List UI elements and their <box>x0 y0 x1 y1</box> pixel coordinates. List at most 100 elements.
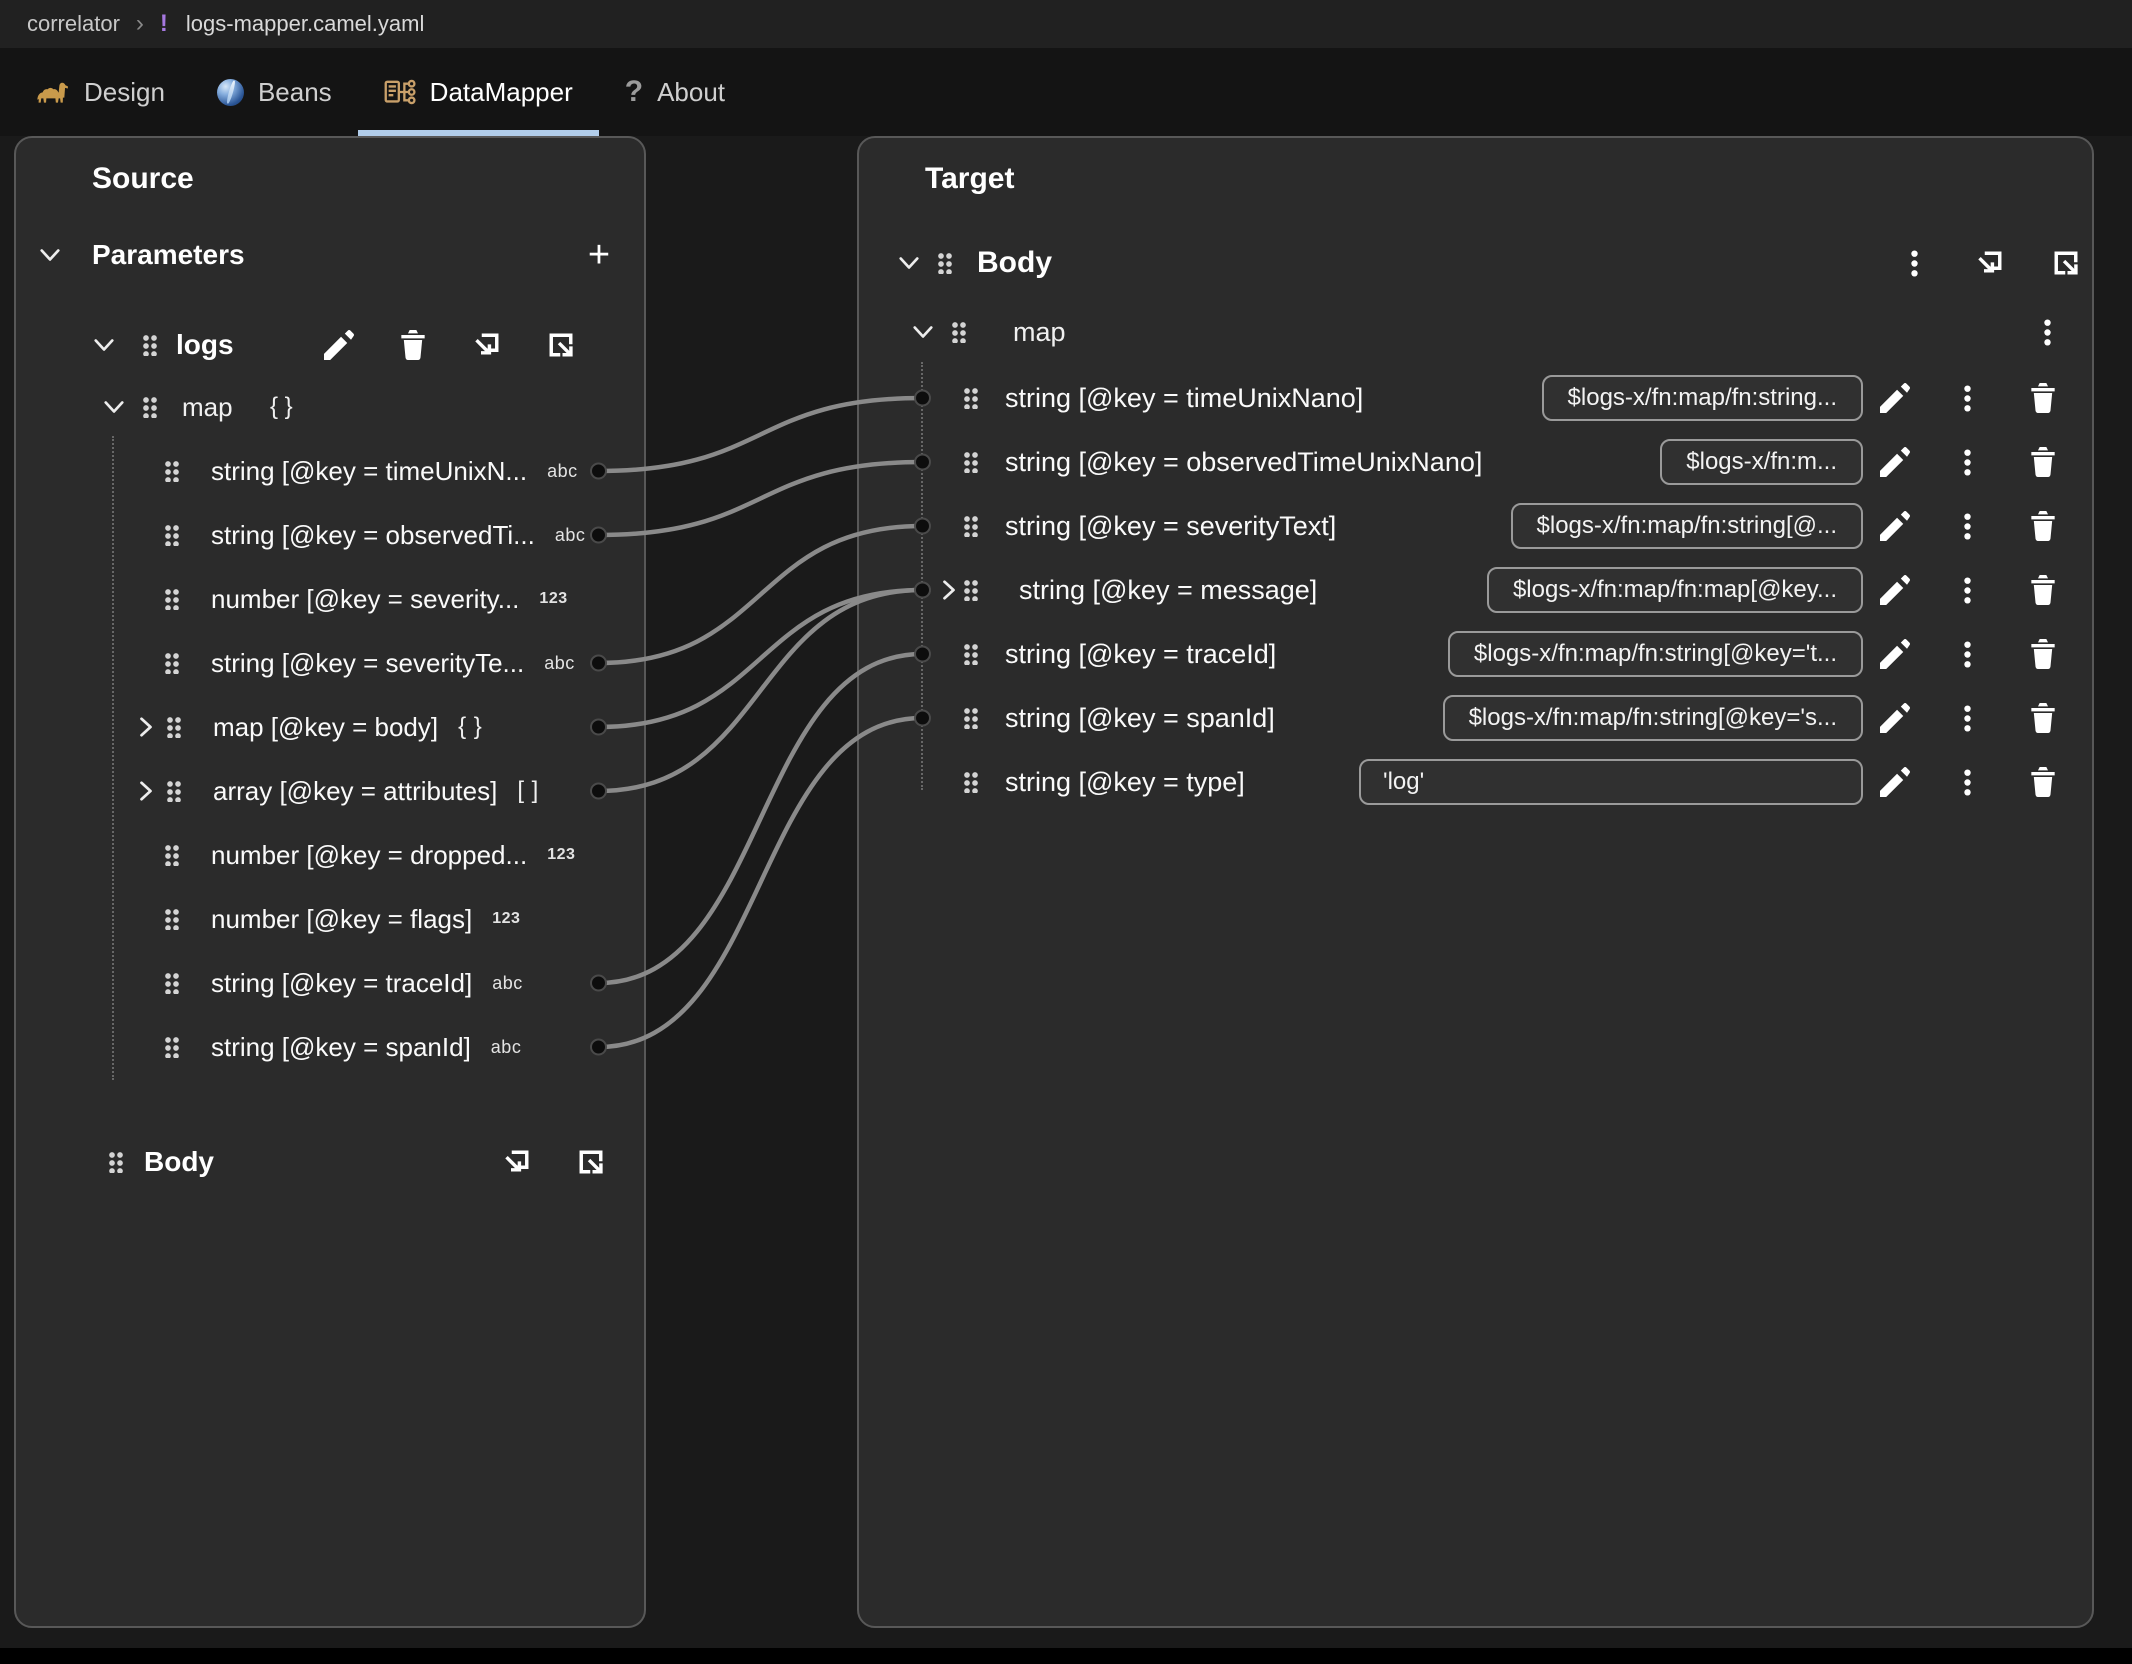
drag-handle-icon[interactable] <box>963 771 978 793</box>
edit-expression-button[interactable] <box>1874 697 1916 739</box>
source-body-row[interactable]: Body <box>16 1133 644 1191</box>
drag-handle-icon[interactable] <box>142 396 157 418</box>
tab-about[interactable]: ? About <box>599 48 751 136</box>
edit-expression-button[interactable] <box>1874 441 1916 483</box>
tab-beans[interactable]: Beans <box>191 48 358 136</box>
delete-mapping-button[interactable] <box>2022 697 2064 739</box>
breadcrumb-project[interactable]: correlator <box>27 11 120 37</box>
source-field-severityNumber[interactable]: number [@key = severity...123 <box>16 567 644 631</box>
chevron-down-icon[interactable] <box>897 251 921 275</box>
source-field-body[interactable]: map [@key = body]{ } <box>16 695 644 759</box>
edit-expression-button[interactable] <box>1874 569 1916 611</box>
delete-mapping-button[interactable] <box>2022 761 2064 803</box>
drag-handle-icon[interactable] <box>164 972 179 994</box>
drag-handle-icon[interactable] <box>963 515 978 537</box>
target-field-message[interactable]: string [@key = message]$logs-x/fn:map/fn… <box>859 558 2092 622</box>
drag-handle-icon[interactable] <box>164 524 179 546</box>
target-map-row[interactable]: map <box>859 303 2092 361</box>
chevron-down-icon[interactable] <box>102 395 126 419</box>
source-port[interactable] <box>591 720 606 735</box>
source-field-traceId[interactable]: string [@key = traceId]abc <box>16 951 644 1015</box>
source-field-dropped[interactable]: number [@key = dropped...123 <box>16 823 644 887</box>
drag-handle-icon[interactable] <box>937 252 952 274</box>
add-parameter-button[interactable]: + <box>578 234 620 276</box>
drag-handle-icon[interactable] <box>142 334 157 356</box>
attach-document-button[interactable] <box>466 324 508 366</box>
drag-handle-icon[interactable] <box>164 1036 179 1058</box>
tab-datamapper[interactable]: DataMapper <box>358 48 599 136</box>
chevron-right-icon[interactable] <box>134 779 158 803</box>
expression-input[interactable]: $logs-x/fn:map/fn:string... <box>1542 375 1863 421</box>
chevron-down-icon[interactable] <box>92 333 116 357</box>
detach-document-button[interactable] <box>2045 242 2087 284</box>
drag-handle-icon[interactable] <box>951 321 966 343</box>
map-menu-button[interactable] <box>2026 311 2068 353</box>
chevron-down-icon[interactable] <box>911 320 935 344</box>
delete-mapping-button[interactable] <box>2022 505 2064 547</box>
target-field-timeUnixNano[interactable]: string [@key = timeUnixNano]$logs-x/fn:m… <box>859 366 2092 430</box>
edit-expression-button[interactable] <box>1874 633 1916 675</box>
drag-handle-icon[interactable] <box>164 588 179 610</box>
field-menu-button[interactable] <box>1946 697 1988 739</box>
source-field-observedTimeUnixNano[interactable]: string [@key = observedTi...abc <box>16 503 644 567</box>
source-field-severityText[interactable]: string [@key = severityTe...abc <box>16 631 644 695</box>
detach-document-button[interactable] <box>540 324 582 366</box>
chevron-right-icon[interactable] <box>134 715 158 739</box>
attach-document-button[interactable] <box>1969 242 2011 284</box>
source-port[interactable] <box>591 1040 606 1055</box>
expression-input[interactable]: 'log' <box>1359 759 1863 805</box>
expression-input[interactable]: $logs-x/fn:map/fn:string[@key='s... <box>1443 695 1863 741</box>
source-port[interactable] <box>591 656 606 671</box>
drag-handle-icon[interactable] <box>164 652 179 674</box>
edit-expression-button[interactable] <box>1874 761 1916 803</box>
source-port[interactable] <box>591 976 606 991</box>
drag-handle-icon[interactable] <box>166 780 181 802</box>
source-port[interactable] <box>591 784 606 799</box>
source-map-row[interactable]: map { } <box>16 378 644 436</box>
expression-input[interactable]: $logs-x/fn:m... <box>1660 439 1863 485</box>
edit-expression-button[interactable] <box>1874 377 1916 419</box>
target-field-spanId[interactable]: string [@key = spanId]$logs-x/fn:map/fn:… <box>859 686 2092 750</box>
drag-handle-icon[interactable] <box>963 707 978 729</box>
source-field-timeUnixNano[interactable]: string [@key = timeUnixN...abc <box>16 439 644 503</box>
field-menu-button[interactable] <box>1946 761 1988 803</box>
drag-handle-icon[interactable] <box>963 579 978 601</box>
drag-handle-icon[interactable] <box>963 643 978 665</box>
body-menu-button[interactable] <box>1893 242 1935 284</box>
delete-mapping-button[interactable] <box>2022 377 2064 419</box>
source-field-spanId[interactable]: string [@key = spanId]abc <box>16 1015 644 1079</box>
target-field-traceId[interactable]: string [@key = traceId]$logs-x/fn:map/fn… <box>859 622 2092 686</box>
tab-design[interactable]: Design <box>10 48 191 136</box>
drag-handle-icon[interactable] <box>108 1151 123 1173</box>
source-field-attributes[interactable]: array [@key = attributes][ ] <box>16 759 644 823</box>
delete-mapping-button[interactable] <box>2022 633 2064 675</box>
field-menu-button[interactable] <box>1946 377 1988 419</box>
source-port[interactable] <box>591 528 606 543</box>
parameter-logs-row[interactable]: logs <box>16 316 644 374</box>
field-menu-button[interactable] <box>1946 505 1988 547</box>
expression-input[interactable]: $logs-x/fn:map/fn:string[@key='t... <box>1448 631 1863 677</box>
target-field-type[interactable]: string [@key = type]'log' <box>859 750 2092 814</box>
chevron-right-icon[interactable] <box>937 578 961 602</box>
expression-input[interactable]: $logs-x/fn:map/fn:map[@key... <box>1487 567 1863 613</box>
detach-document-button[interactable] <box>570 1141 612 1183</box>
drag-handle-icon[interactable] <box>164 908 179 930</box>
attach-document-button[interactable] <box>496 1141 538 1183</box>
delete-parameter-button[interactable] <box>392 324 434 366</box>
target-field-observedTimeUnixNano[interactable]: string [@key = observedTimeUnixNano]$log… <box>859 430 2092 494</box>
target-field-severityText[interactable]: string [@key = severityText]$logs-x/fn:m… <box>859 494 2092 558</box>
source-port[interactable] <box>591 464 606 479</box>
drag-handle-icon[interactable] <box>963 451 978 473</box>
drag-handle-icon[interactable] <box>963 387 978 409</box>
field-menu-button[interactable] <box>1946 633 1988 675</box>
field-menu-button[interactable] <box>1946 441 1988 483</box>
drag-handle-icon[interactable] <box>166 716 181 738</box>
delete-mapping-button[interactable] <box>2022 569 2064 611</box>
source-field-flags[interactable]: number [@key = flags]123 <box>16 887 644 951</box>
drag-handle-icon[interactable] <box>164 844 179 866</box>
chevron-down-icon[interactable] <box>38 243 62 267</box>
delete-mapping-button[interactable] <box>2022 441 2064 483</box>
drag-handle-icon[interactable] <box>164 460 179 482</box>
field-menu-button[interactable] <box>1946 569 1988 611</box>
edit-parameter-button[interactable] <box>318 324 360 366</box>
